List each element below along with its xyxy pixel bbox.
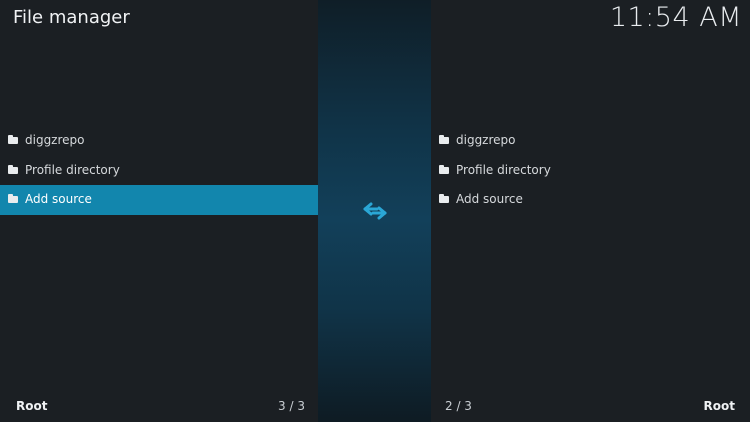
folder-icon	[8, 135, 18, 144]
right-pane: diggzrepo Profile directory Add source 2…	[431, 0, 750, 422]
file-manager-window: diggzrepo Profile directory Add source R…	[0, 0, 750, 422]
left-item-count: 3 / 3	[278, 399, 305, 413]
list-item-label: Add source	[456, 192, 523, 206]
right-list-item-profile-directory[interactable]: Profile directory	[431, 156, 750, 186]
left-file-list: diggzrepo Profile directory Add source	[0, 126, 318, 215]
swap-arrows-icon[interactable]	[362, 200, 388, 222]
folder-icon	[439, 135, 449, 144]
list-item-label: diggzrepo	[25, 133, 85, 147]
right-item-count: 2 / 3	[445, 399, 472, 413]
list-item-label: diggzrepo	[456, 133, 516, 147]
left-pane: diggzrepo Profile directory Add source R…	[0, 0, 318, 422]
list-item-label: Add source	[25, 192, 92, 206]
list-item-label: Profile directory	[25, 162, 120, 177]
right-file-list: diggzrepo Profile directory Add source	[431, 126, 750, 215]
right-list-item-add-source[interactable]: Add source	[431, 185, 750, 215]
folder-icon	[439, 194, 449, 203]
list-item-label: Profile directory	[456, 162, 551, 177]
folder-icon	[439, 164, 449, 174]
left-list-item-diggzrepo[interactable]: diggzrepo	[0, 126, 318, 156]
left-path-label: Root	[16, 399, 48, 413]
clock: 11:54 AM	[609, 2, 742, 33]
folder-icon	[8, 164, 18, 174]
folder-icon	[8, 194, 18, 203]
left-list-item-add-source[interactable]: Add source	[0, 185, 318, 215]
left-list-item-profile-directory[interactable]: Profile directory	[0, 156, 318, 186]
right-path-label: Root	[703, 399, 735, 413]
page-title: File manager	[13, 7, 130, 28]
right-list-item-diggzrepo[interactable]: diggzrepo	[431, 126, 750, 156]
